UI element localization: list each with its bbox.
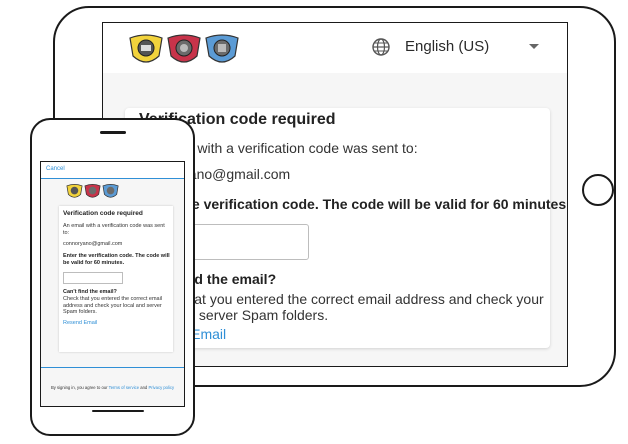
cant-find-heading: Can't find the email? [63,289,117,295]
verification-code-input[interactable] [63,272,123,284]
footer-and: and [140,385,148,390]
globe-icon[interactable] [371,37,391,57]
resend-email-link[interactable]: Resend Email [63,320,97,326]
cant-find-text: Check that you entered the correct email… [63,296,163,315]
privacy-policy-link[interactable]: Privacy policy [148,385,174,390]
email-address: connoryano@gmail.com [63,241,123,247]
phone-home-indicator [92,410,144,412]
terms-of-service-link[interactable]: Terms of service [109,385,139,390]
tablet-home-button [582,174,614,206]
phone-topbar: Cancel [41,162,184,179]
device-mockup: English (US) Verification code required … [0,0,628,444]
tablet-header: English (US) [103,23,567,73]
cant-find-text: Check that you entered the correct email… [139,291,544,323]
phone-earpiece [100,131,126,134]
phone-screen: Cancel Verification code required An ema… [40,161,185,407]
phone-frame: Cancel Verification code required An ema… [30,118,195,436]
terms-footer: By signing in, you agree to our Terms of… [41,385,184,390]
instruction-text: Enter the verification code. The code wi… [139,196,568,212]
agency-logo [66,184,119,198]
agency-logo [129,34,239,63]
language-select[interactable]: English (US) [405,38,489,55]
card-title: Verification code required [63,210,143,217]
ems-badge-icon [205,34,239,63]
cancel-button[interactable]: Cancel [46,166,65,172]
instruction-text: Enter the verification code. The code wi… [63,253,170,266]
footer-prefix: By signing in, you agree to our [50,385,108,390]
sent-text: An email with a verification code was se… [63,223,165,236]
police-badge-icon [129,34,163,63]
chevron-down-icon[interactable] [529,44,539,49]
fire-badge-icon [167,34,201,63]
verification-card: Verification code required An email with… [59,206,173,352]
footer-divider [41,367,184,368]
